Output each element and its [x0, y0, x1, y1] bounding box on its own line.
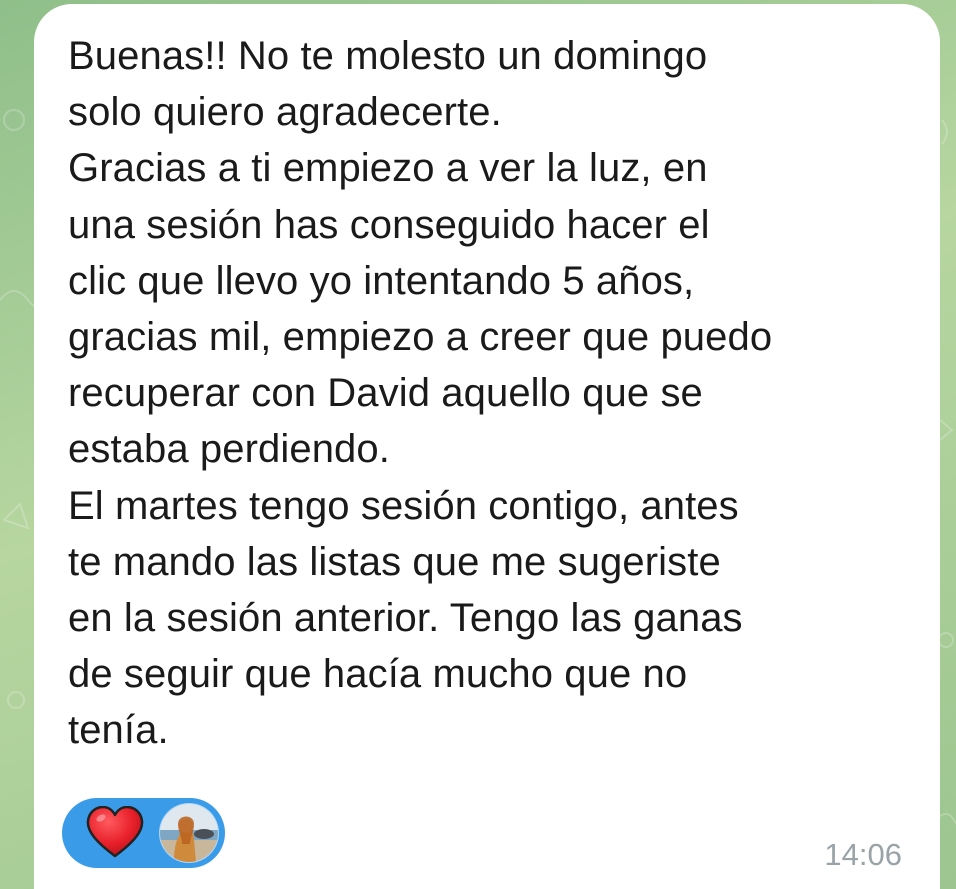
- message-text: Buenas!! No te molesto un domingo solo q…: [68, 28, 920, 759]
- message-timestamp: 14:06: [824, 837, 902, 872]
- heart-icon: [86, 806, 144, 858]
- message-bubble[interactable]: Buenas!! No te molesto un domingo solo q…: [34, 4, 940, 889]
- reactor-avatar[interactable]: [160, 804, 218, 862]
- reaction-chip[interactable]: [62, 798, 225, 868]
- message-line: Gracias a ti empiezo a ver la luz, en: [68, 146, 708, 191]
- message-line: gracias mil, empiezo a creer que puedo: [68, 315, 773, 360]
- message-line: recuperar con David aquello que se: [68, 371, 703, 416]
- message-line: Buenas!! No te molesto un domingo: [68, 34, 708, 78]
- message-line: una sesión has conseguido hacer el: [68, 202, 710, 247]
- message-line: El martes tengo sesión contigo, antes: [68, 483, 739, 528]
- message-line: de seguir que hacía mucho que no: [68, 652, 688, 697]
- avatar-photo: [160, 804, 218, 862]
- message-line: clic que llevo yo intentando 5 años,: [68, 258, 695, 303]
- message-line: solo quiero agradecerte.: [68, 90, 502, 135]
- message-line: tenía.: [68, 708, 169, 753]
- message-line: te mando las listas que me sugeriste: [68, 539, 721, 584]
- message-line: en la sesión anterior. Tengo las ganas: [68, 596, 743, 641]
- message-line: estaba perdiendo.: [68, 427, 390, 472]
